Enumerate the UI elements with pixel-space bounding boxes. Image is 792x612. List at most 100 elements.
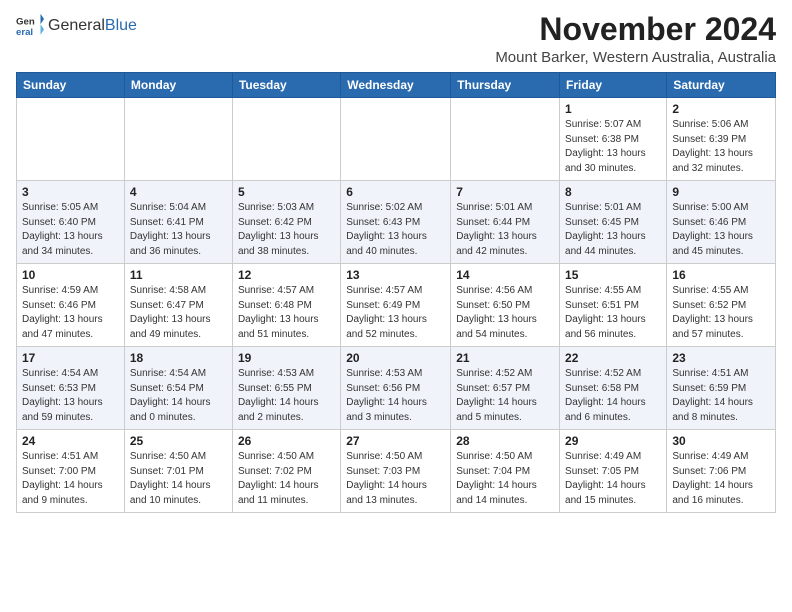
location: Mount Barker, Western Australia, Austral… xyxy=(495,49,776,66)
calendar-cell: 14 Sunrise: 4:56 AMSunset: 6:50 PMDayligh… xyxy=(451,264,560,347)
day-number: 24 xyxy=(22,434,119,448)
calendar-cell: 17 Sunrise: 4:54 AMSunset: 6:53 PMDayligh… xyxy=(17,347,125,430)
calendar-cell xyxy=(341,98,451,181)
calendar-week-1: 1 Sunrise: 5:07 AMSunset: 6:38 PMDaylight… xyxy=(17,98,776,181)
day-number: 10 xyxy=(22,268,119,282)
day-number: 25 xyxy=(130,434,227,448)
day-info: Sunrise: 4:52 AMSunset: 6:58 PMDaylight:… xyxy=(565,367,661,425)
calendar-cell: 24 Sunrise: 4:51 AMSunset: 7:00 PMDayligh… xyxy=(17,430,125,513)
calendar-cell: 10 Sunrise: 4:59 AMSunset: 6:46 PMDayligh… xyxy=(17,264,125,347)
day-info: Sunrise: 4:51 AMSunset: 6:59 PMDaylight:… xyxy=(672,367,770,425)
day-number: 11 xyxy=(130,268,227,282)
day-number: 23 xyxy=(672,351,770,365)
calendar-cell: 15 Sunrise: 4:55 AMSunset: 6:51 PMDayligh… xyxy=(560,264,667,347)
weekday-header-tuesday: Tuesday xyxy=(232,73,340,98)
day-number: 17 xyxy=(22,351,119,365)
day-info: Sunrise: 4:58 AMSunset: 6:47 PMDaylight:… xyxy=(130,284,227,342)
day-number: 29 xyxy=(565,434,661,448)
day-number: 14 xyxy=(456,268,554,282)
calendar-cell: 13 Sunrise: 4:57 AMSunset: 6:49 PMDayligh… xyxy=(341,264,451,347)
calendar-cell: 3 Sunrise: 5:05 AMSunset: 6:40 PMDaylight… xyxy=(17,181,125,264)
calendar-cell: 23 Sunrise: 4:51 AMSunset: 6:59 PMDayligh… xyxy=(667,347,776,430)
day-info: Sunrise: 5:07 AMSunset: 6:38 PMDaylight:… xyxy=(565,118,661,176)
weekday-header-monday: Monday xyxy=(124,73,232,98)
calendar-cell: 29 Sunrise: 4:49 AMSunset: 7:05 PMDayligh… xyxy=(560,430,667,513)
calendar-cell: 26 Sunrise: 4:50 AMSunset: 7:02 PMDayligh… xyxy=(232,430,340,513)
day-info: Sunrise: 4:49 AMSunset: 7:05 PMDaylight:… xyxy=(565,450,661,508)
calendar-cell: 16Sunrise: 4:55 AMSunset: 6:52 PMDayligh… xyxy=(667,264,776,347)
calendar-cell: 5 Sunrise: 5:03 AMSunset: 6:42 PMDaylight… xyxy=(232,181,340,264)
day-number: 30 xyxy=(672,434,770,448)
calendar-cell: 2Sunrise: 5:06 AMSunset: 6:39 PMDaylight… xyxy=(667,98,776,181)
day-info: Sunrise: 5:06 AMSunset: 6:39 PMDaylight:… xyxy=(672,118,770,176)
day-info: Sunrise: 5:04 AMSunset: 6:41 PMDaylight:… xyxy=(130,201,227,259)
day-info: Sunrise: 4:52 AMSunset: 6:57 PMDaylight:… xyxy=(456,367,554,425)
day-number: 26 xyxy=(238,434,335,448)
day-info: Sunrise: 4:57 AMSunset: 6:49 PMDaylight:… xyxy=(346,284,445,342)
day-number: 5 xyxy=(238,185,335,199)
calendar-cell: 20 Sunrise: 4:53 AMSunset: 6:56 PMDayligh… xyxy=(341,347,451,430)
weekday-header-wednesday: Wednesday xyxy=(341,73,451,98)
calendar-cell: 12Sunrise: 4:57 AMSunset: 6:48 PMDayligh… xyxy=(232,264,340,347)
day-number: 18 xyxy=(130,351,227,365)
svg-text:eral: eral xyxy=(16,27,33,38)
day-number: 8 xyxy=(565,185,661,199)
calendar-cell: 22 Sunrise: 4:52 AMSunset: 6:58 PMDayligh… xyxy=(560,347,667,430)
calendar-cell: 30 Sunrise: 4:49 AMSunset: 7:06 PMDayligh… xyxy=(667,430,776,513)
day-number: 20 xyxy=(346,351,445,365)
day-info: Sunrise: 4:50 AMSunset: 7:03 PMDaylight:… xyxy=(346,450,445,508)
day-info: Sunrise: 4:54 AMSunset: 6:53 PMDaylight:… xyxy=(22,367,119,425)
day-info: Sunrise: 5:03 AMSunset: 6:42 PMDaylight:… xyxy=(238,201,335,259)
day-info: Sunrise: 4:55 AMSunset: 6:51 PMDaylight:… xyxy=(565,284,661,342)
day-info: Sunrise: 5:02 AMSunset: 6:43 PMDaylight:… xyxy=(346,201,445,259)
svg-text:Gen: Gen xyxy=(16,16,35,27)
day-info: Sunrise: 4:57 AMSunset: 6:48 PMDaylight:… xyxy=(238,284,335,342)
header: Gen eral General Blue November 2024 Moun… xyxy=(16,12,776,66)
calendar-cell: 7Sunrise: 5:01 AMSunset: 6:44 PMDaylight… xyxy=(451,181,560,264)
day-info: Sunrise: 4:56 AMSunset: 6:50 PMDaylight:… xyxy=(456,284,554,342)
day-number: 15 xyxy=(565,268,661,282)
day-info: Sunrise: 5:00 AMSunset: 6:46 PMDaylight:… xyxy=(672,201,770,259)
month-title: November 2024 xyxy=(495,12,776,47)
calendar-cell xyxy=(232,98,340,181)
day-number: 6 xyxy=(346,185,445,199)
day-info: Sunrise: 4:54 AMSunset: 6:54 PMDaylight:… xyxy=(130,367,227,425)
day-number: 16 xyxy=(672,268,770,282)
day-info: Sunrise: 4:50 AMSunset: 7:02 PMDaylight:… xyxy=(238,450,335,508)
day-number: 9 xyxy=(672,185,770,199)
day-number: 1 xyxy=(565,102,661,116)
day-number: 19 xyxy=(238,351,335,365)
day-number: 27 xyxy=(346,434,445,448)
calendar-week-2: 3 Sunrise: 5:05 AMSunset: 6:40 PMDaylight… xyxy=(17,181,776,264)
day-number: 3 xyxy=(22,185,119,199)
day-number: 28 xyxy=(456,434,554,448)
day-number: 21 xyxy=(456,351,554,365)
day-info: Sunrise: 4:49 AMSunset: 7:06 PMDaylight:… xyxy=(672,450,770,508)
weekday-header-sunday: Sunday xyxy=(17,73,125,98)
day-info: Sunrise: 4:59 AMSunset: 6:46 PMDaylight:… xyxy=(22,284,119,342)
calendar-cell: 27 Sunrise: 4:50 AMSunset: 7:03 PMDayligh… xyxy=(341,430,451,513)
logo-text-block: General Blue xyxy=(48,17,137,35)
calendar-week-5: 24 Sunrise: 4:51 AMSunset: 7:00 PMDayligh… xyxy=(17,430,776,513)
calendar-cell: 25Sunrise: 4:50 AMSunset: 7:01 PMDayligh… xyxy=(124,430,232,513)
day-info: Sunrise: 4:51 AMSunset: 7:00 PMDaylight:… xyxy=(22,450,119,508)
weekday-header-thursday: Thursday xyxy=(451,73,560,98)
day-number: 13 xyxy=(346,268,445,282)
day-info: Sunrise: 4:53 AMSunset: 6:56 PMDaylight:… xyxy=(346,367,445,425)
day-number: 22 xyxy=(565,351,661,365)
logo-icon: Gen eral xyxy=(16,12,44,40)
calendar-cell: 21 Sunrise: 4:52 AMSunset: 6:57 PMDayligh… xyxy=(451,347,560,430)
calendar-cell: 1 Sunrise: 5:07 AMSunset: 6:38 PMDaylight… xyxy=(560,98,667,181)
page-container: Gen eral General Blue November 2024 Moun… xyxy=(0,0,792,521)
day-info: Sunrise: 4:53 AMSunset: 6:55 PMDaylight:… xyxy=(238,367,335,425)
logo: Gen eral General Blue xyxy=(16,12,137,40)
day-info: Sunrise: 5:01 AMSunset: 6:44 PMDaylight:… xyxy=(456,201,554,259)
calendar-table: SundayMondayTuesdayWednesdayThursdayFrid… xyxy=(16,72,776,513)
weekday-header-friday: Friday xyxy=(560,73,667,98)
day-info: Sunrise: 4:50 AMSunset: 7:04 PMDaylight:… xyxy=(456,450,554,508)
calendar-cell: 28 Sunrise: 4:50 AMSunset: 7:04 PMDayligh… xyxy=(451,430,560,513)
day-info: Sunrise: 5:05 AMSunset: 6:40 PMDaylight:… xyxy=(22,201,119,259)
calendar-cell xyxy=(124,98,232,181)
logo-blue-text: Blue xyxy=(105,17,137,35)
day-info: Sunrise: 5:01 AMSunset: 6:45 PMDaylight:… xyxy=(565,201,661,259)
